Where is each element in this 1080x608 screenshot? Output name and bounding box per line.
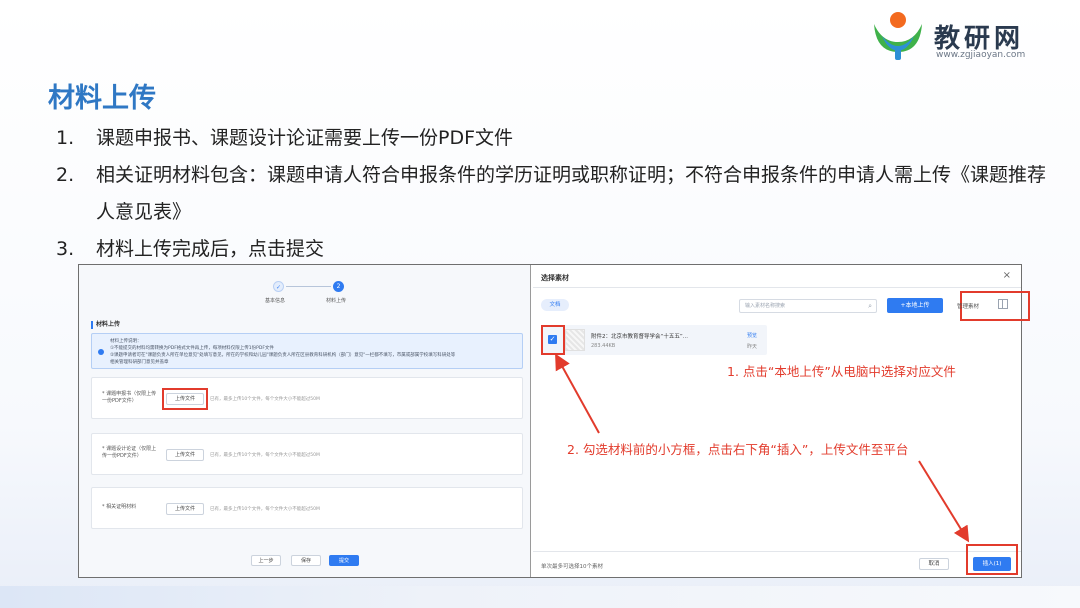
list-item-text: 相关证明材料包含：课题申请人符合申报条件的学历证明或职称证明；不符合申报条件的申…: [96, 164, 1047, 223]
field-hint: 已有，最多上传10个文件，每个文件大小不能超过50M: [210, 453, 320, 458]
step-indicator: ✓ 2 基本信息 材料上传: [249, 281, 369, 311]
select-material-dialog: 选择素材 × 文档 输入素材名称搜索 ⌕ +本地上传 管理素材 ✓ 附件2：北京…: [533, 265, 1030, 577]
upload-file-button[interactable]: 上传文件: [166, 449, 204, 461]
prev-step-button[interactable]: 上一步: [251, 555, 281, 566]
section-title: 材料上传: [91, 321, 120, 329]
step-label-material-upload: 材料上传: [326, 298, 347, 304]
list-item: 3. 材料上传完成后，点击提交: [56, 231, 1046, 268]
list-item-text: 材料上传完成后，点击提交: [96, 238, 325, 260]
manage-materials-link[interactable]: 管理素材: [957, 302, 979, 310]
file-name: 附件2：北京市教育督导学会“十五五”...: [591, 334, 688, 340]
step-label-basic-info: 基本信息: [265, 298, 286, 304]
bottom-band: [0, 586, 1080, 608]
field-design-argument: * 课题设计论证（仅限上传一份PDF文件） 上传文件 已有，最多上传10个文件，…: [91, 433, 523, 475]
file-preview-link[interactable]: 预览: [747, 332, 757, 339]
logo: 教研网 www.zgjiaoyan.com: [868, 8, 1068, 62]
cancel-button[interactable]: 取消: [919, 558, 949, 570]
search-placeholder: 输入素材名称搜索: [745, 303, 786, 309]
field-label: * 课题设计论证（仅限上传一份PDF文件）: [102, 446, 157, 459]
upload-form-panel: ✓ 2 基本信息 材料上传 材料上传 材料上传说明： ①不能提交的材料均需转换为…: [79, 265, 531, 577]
file-date: 昨天: [747, 344, 758, 350]
file-item[interactable]: ✓ 附件2：北京市教育督导学会“十五五”... 283.44KB 预览 昨天: [541, 325, 767, 355]
step-active-icon: 2: [333, 281, 344, 292]
file-thumbnail: [565, 329, 585, 351]
search-icon[interactable]: ⌕: [868, 300, 872, 312]
divider: [533, 287, 1021, 288]
field-hint: 已有，最多上传10个文件，每个文件大小不能超过50M: [210, 397, 320, 402]
divider: [533, 551, 1021, 552]
search-input[interactable]: 输入素材名称搜索 ⌕: [739, 299, 877, 313]
field-hint: 已有，最多上传10个文件，每个文件大小不能超过50M: [210, 507, 320, 512]
selection-limit-note: 单次最多可选择10个素材: [541, 564, 603, 570]
notice-line: ①不能提交的材料均需转换为PDF格式文件再上传，每项材料仅限上传1份PDF文件: [110, 346, 274, 351]
save-button[interactable]: 保存: [291, 555, 321, 566]
list-item-number: 2.: [56, 164, 75, 186]
field-application-form: * 课题申报书（仅限上传一份PDF文件） 上传文件 已有，最多上传10个文件，每…: [91, 377, 523, 419]
upload-file-button[interactable]: 上传文件: [166, 503, 204, 515]
file-size: 283.44KB: [591, 343, 616, 349]
page-title: 材料上传: [48, 83, 156, 114]
list-item-number: 3.: [56, 238, 75, 260]
highlight-box: [541, 325, 565, 355]
point-list: 1. 课题申报书、课题设计论证需要上传一份PDF文件 2. 相关证明材料包含：课…: [56, 120, 1046, 268]
local-upload-button[interactable]: +本地上传: [887, 298, 943, 313]
field-supporting-docs: * 相关证明材料 上传文件 已有，最多上传10个文件，每个文件大小不能超过50M: [91, 487, 523, 529]
notice-line: 相关管理科研部门意见并盖章: [110, 360, 169, 365]
list-item: 2. 相关证明材料包含：课题申请人符合申报条件的学历证明或职称证明；不符合申报条…: [56, 157, 1046, 231]
step-done-icon: ✓: [273, 281, 284, 292]
list-item-number: 1.: [56, 127, 75, 149]
screenshot-frame: ✓ 2 基本信息 材料上传 材料上传 材料上传说明： ①不能提交的材料均需转换为…: [78, 264, 1030, 578]
callout-step1: 1. 点击“本地上传”从电脑中选择对应文件: [727, 364, 956, 379]
logo-mark-icon: [874, 12, 922, 60]
view-toggle-icon[interactable]: [998, 299, 1008, 309]
notice-line: ②课题申请者可在"课题负责人所在单位意见"处填写意见，所在的学校和幼儿园"课题负…: [110, 353, 456, 358]
highlight-box: [966, 544, 1018, 575]
list-item-text: 课题申报书、课题设计论证需要上传一份PDF文件: [96, 127, 514, 149]
tab-documents[interactable]: 文档: [541, 299, 569, 311]
notice-line: 材料上传说明：: [110, 339, 142, 344]
list-item: 1. 课题申报书、课题设计论证需要上传一份PDF文件: [56, 120, 1046, 157]
dialog-title: 选择素材: [541, 274, 569, 282]
field-label: * 相关证明材料: [102, 504, 137, 510]
submit-button[interactable]: 提交: [329, 555, 359, 566]
upload-notice: 材料上传说明： ①不能提交的材料均需转换为PDF格式文件再上传，每项材料仅限上传…: [91, 333, 523, 369]
logo-url: www.zgjiaoyan.com: [936, 50, 1026, 60]
callout-step2: 2. 勾选材料前的小方框，点击右下角“插入”，上传文件至平台: [567, 442, 909, 457]
field-label: * 课题申报书（仅限上传一份PDF文件）: [102, 391, 157, 404]
step-connector: [286, 286, 331, 287]
info-icon: [98, 349, 104, 355]
close-icon[interactable]: ×: [1003, 270, 1011, 281]
highlight-box: [162, 388, 208, 410]
